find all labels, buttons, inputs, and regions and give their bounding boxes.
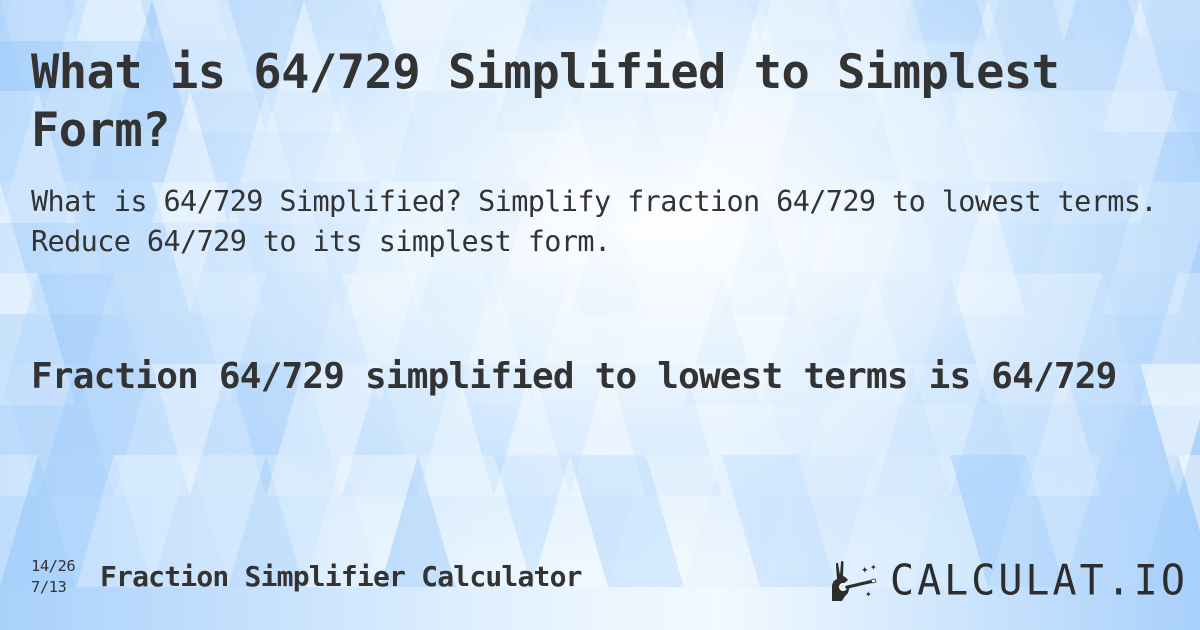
svg-text:✦: ✦ (865, 590, 872, 599)
page-title: What is 64/729 Simplified to Simplest Fo… (31, 45, 1060, 158)
og-card: What is 64/729 Simplified to Simplest Fo… (0, 0, 1200, 630)
hand-magic-wand-icon: ✦ ✦ ✦ (828, 559, 882, 603)
fraction-example: 14/26 7/13 (31, 556, 76, 598)
svg-text:✦: ✦ (861, 566, 869, 576)
page-subtitle: What is 64/729 Simplified? Simplify frac… (31, 185, 1158, 258)
fraction-example-bottom: 7/13 (31, 578, 67, 596)
svg-text:✦: ✦ (870, 563, 877, 572)
answer-text: Fraction 64/729 simplified to lowest ter… (31, 356, 1117, 397)
calculator-name: Fraction Simplifier Calculator (100, 560, 583, 593)
calculatio-logo[interactable]: ✦ ✦ ✦ CALCULAT.IO (828, 556, 1188, 606)
fraction-example-top: 14/26 (31, 557, 76, 575)
logo-text: CALCULAT.IO (890, 556, 1188, 606)
